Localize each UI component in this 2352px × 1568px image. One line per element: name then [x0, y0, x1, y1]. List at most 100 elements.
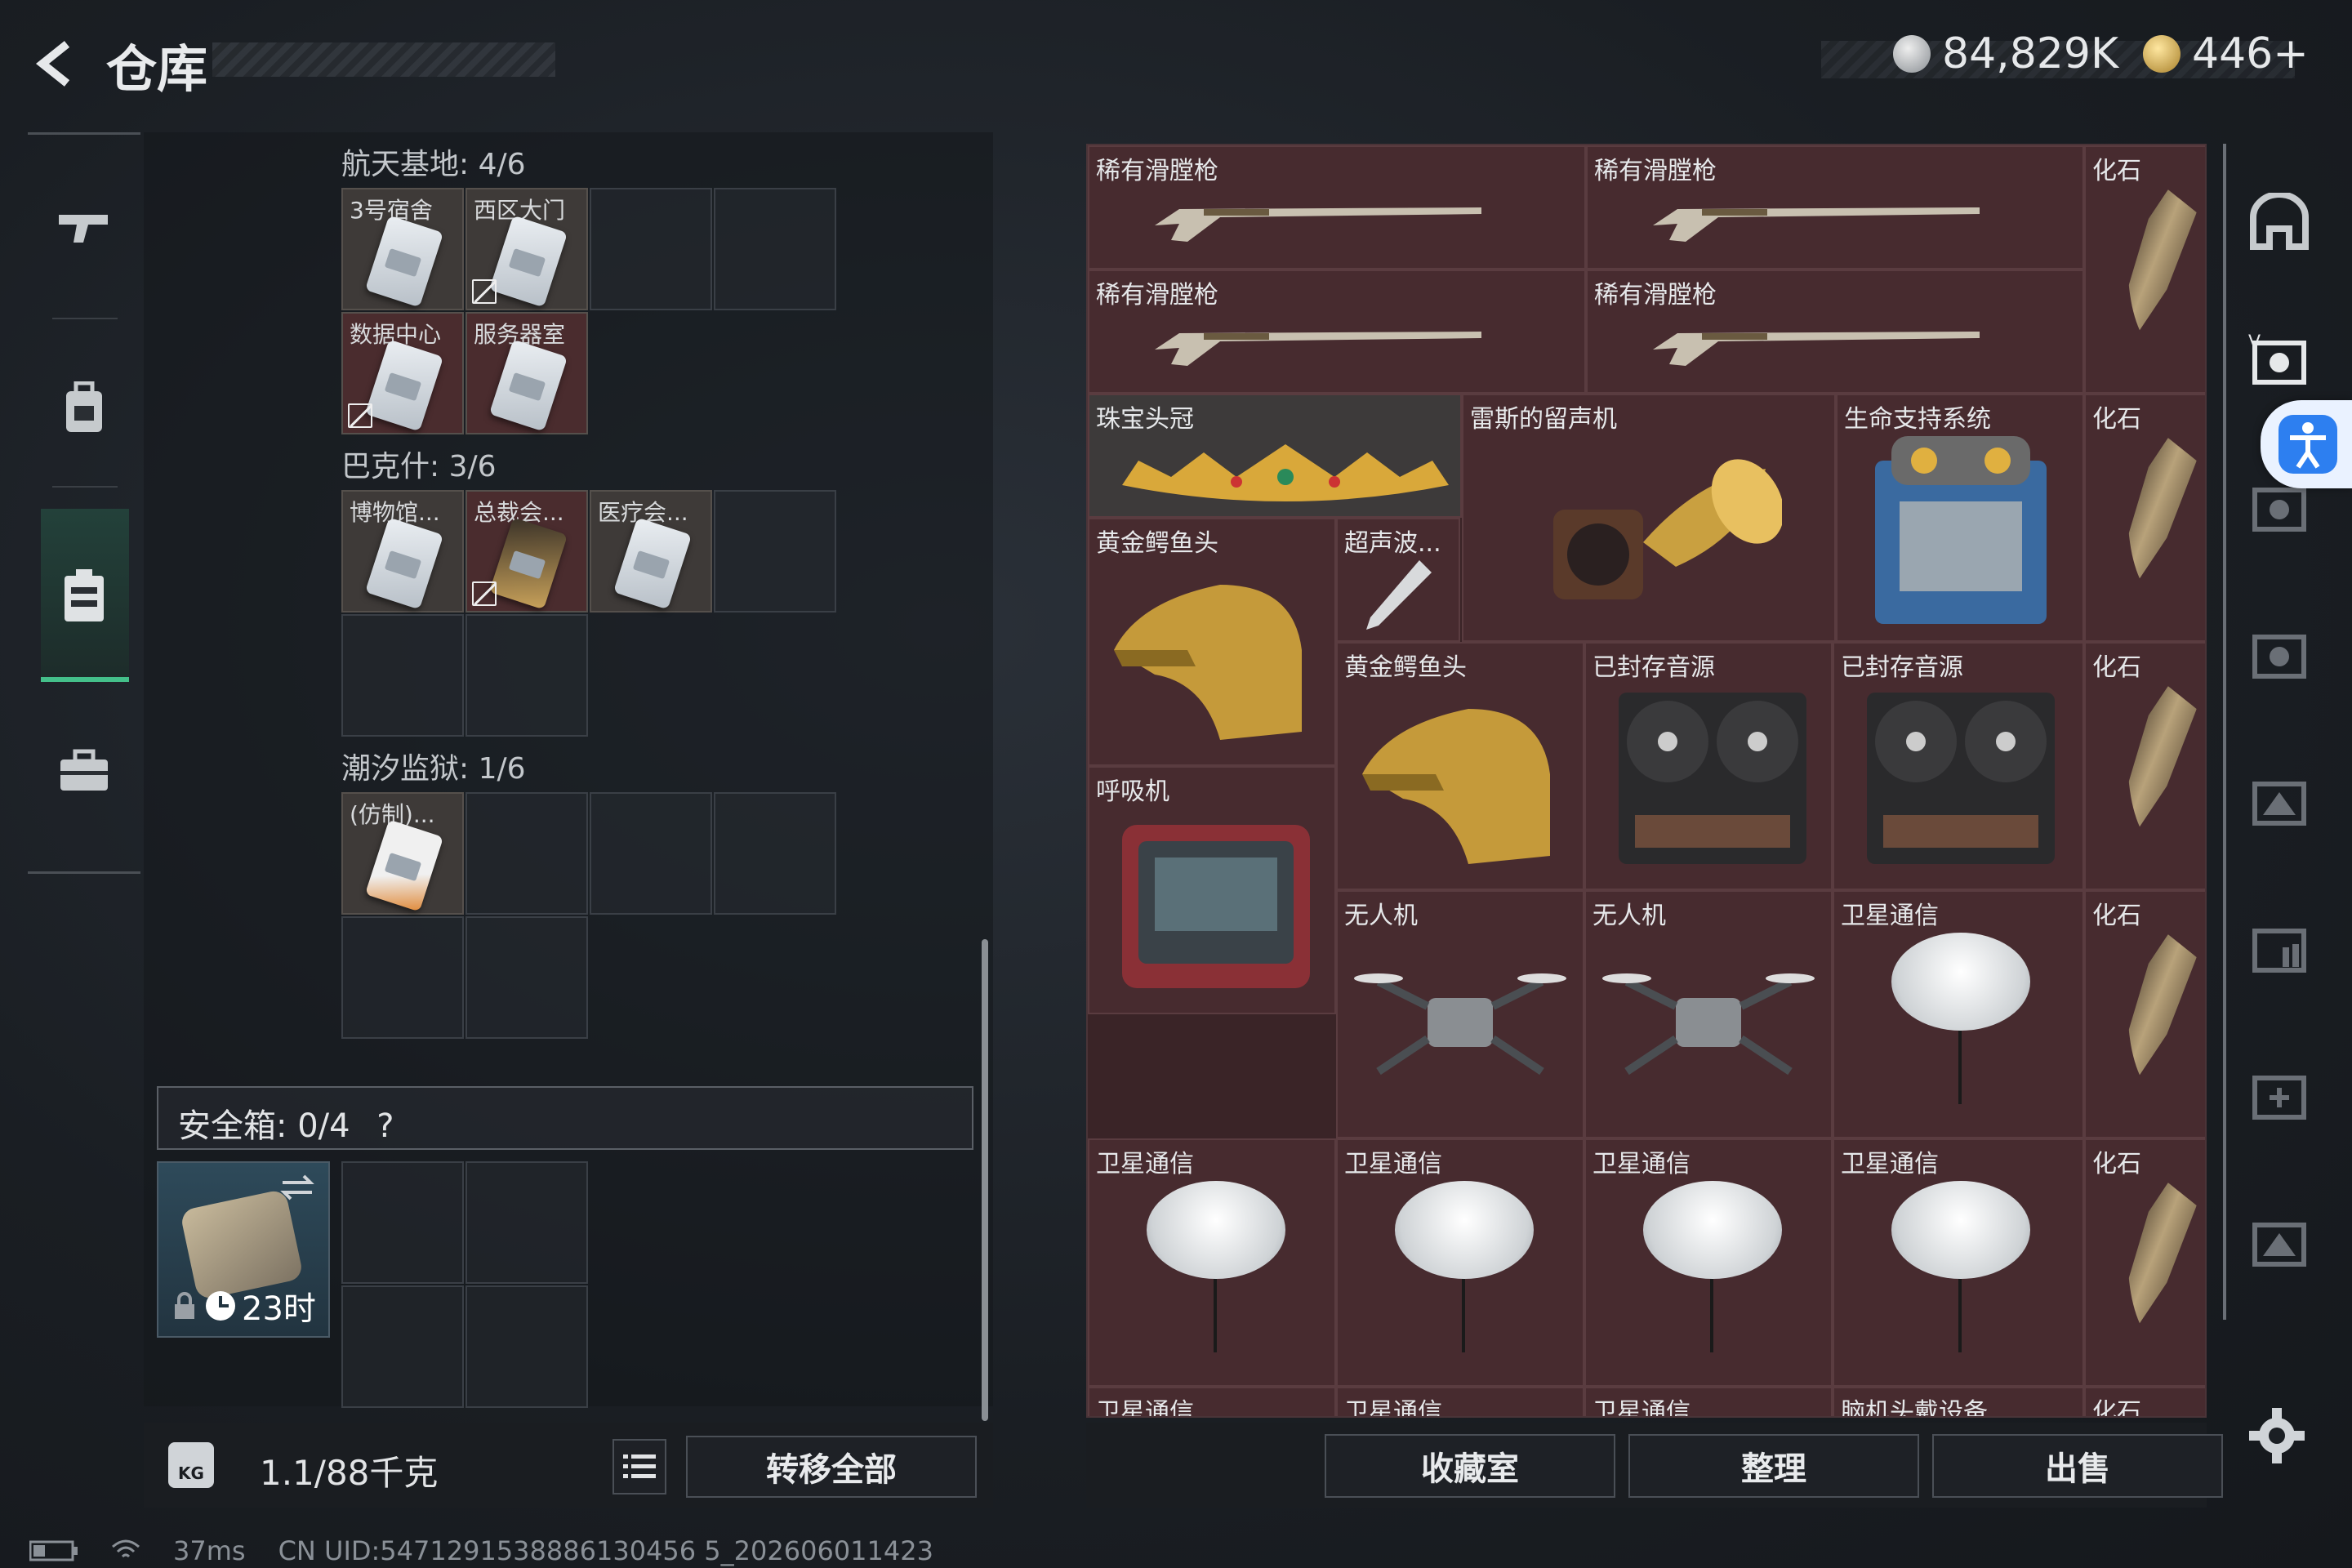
item-label: 卫星通信: [1841, 1150, 1939, 1178]
fossil-icon: [2102, 431, 2200, 604]
item-fossil[interactable]: 化石: [2084, 394, 2205, 642]
gun-icon[interactable]: [41, 184, 127, 270]
item-satellite[interactable]: 卫星通信: [1088, 1387, 1336, 1416]
swap-icon[interactable]: [278, 1171, 317, 1204]
item-musket[interactable]: 稀有滑膛枪: [1088, 145, 1586, 270]
accessibility-icon: [2290, 422, 2326, 469]
keycard-slot[interactable]: 医疗会...: [590, 490, 712, 612]
item-satellite[interactable]: 卫星通信: [1088, 1138, 1336, 1387]
stash-page-6-icon[interactable]: [2243, 1205, 2316, 1279]
item-fossil[interactable]: 化石: [2084, 642, 2205, 890]
item-satellite[interactable]: 卫星通信: [1584, 1138, 1833, 1387]
no-drop-icon: [472, 581, 497, 606]
backpack-icon[interactable]: [41, 365, 127, 452]
item-ventilator[interactable]: 呼吸机: [1088, 766, 1336, 1014]
safe-box-item[interactable]: 23时: [157, 1161, 330, 1338]
item-fossil[interactable]: 化石: [2084, 1387, 2205, 1418]
item-musket[interactable]: 稀有滑膛枪: [1586, 145, 2084, 270]
currency-premium[interactable]: 446+: [2143, 29, 2309, 78]
no-drop-icon: [472, 279, 497, 304]
item-label: 卫星通信: [1592, 1398, 1690, 1418]
item-satellite[interactable]: 卫星通信: [1833, 1138, 2084, 1387]
stash-page-1-icon[interactable]: V: [2243, 323, 2316, 397]
tripod: [1958, 1279, 1962, 1352]
collection-button[interactable]: 收藏室: [1325, 1434, 1615, 1498]
stash-page-4-icon[interactable]: [2243, 764, 2316, 838]
item-golden-croc[interactable]: 黄金鳄鱼头: [1088, 518, 1336, 766]
tape-recorder-icon: [1867, 693, 2055, 864]
empty-slot: [466, 916, 588, 1039]
empty-slot: [466, 792, 588, 915]
stash-page-3-icon[interactable]: [2243, 617, 2316, 691]
back-arrow-icon[interactable]: [24, 31, 90, 96]
empty-slot: [341, 916, 464, 1039]
gear-icon[interactable]: [2247, 1406, 2306, 1465]
keycard-icon: [612, 517, 693, 610]
item-golden-croc[interactable]: 黄金鳄鱼头: [1336, 642, 1584, 890]
item-gramophone[interactable]: 雷斯的留声机: [1462, 394, 1836, 642]
item-label: 卫星通信: [1592, 1150, 1690, 1178]
item-fossil[interactable]: 化石: [2084, 145, 2205, 394]
stash-add-page-icon[interactable]: [2243, 1058, 2316, 1132]
item-satellite[interactable]: 卫星通信: [1336, 1387, 1584, 1418]
keycard-slot[interactable]: 3号宿舍: [341, 188, 464, 310]
keycard-slot[interactable]: 博物馆...: [341, 490, 464, 612]
no-drop-icon: [348, 403, 372, 428]
transfer-all-button[interactable]: 转移全部: [686, 1436, 977, 1498]
item-life-support[interactable]: 生命支持系统: [1836, 394, 2084, 642]
item-sealed-audio[interactable]: 已封存音源: [1833, 642, 2084, 890]
item-drone[interactable]: 无人机: [1584, 890, 1833, 1138]
item-label: 化石: [2092, 1398, 2141, 1418]
keycard-slot[interactable]: 总裁会...: [466, 490, 588, 612]
empty-slot: [341, 1285, 464, 1408]
item-brain-helmet[interactable]: 脑机头戴设备: [1833, 1387, 2084, 1416]
item-fossil[interactable]: 化石: [2084, 890, 2205, 1138]
item-musket[interactable]: 稀有滑膛枪: [1088, 270, 1586, 394]
empty-slot: [590, 792, 712, 915]
empty-slot: [466, 1161, 588, 1284]
musket-icon: [1155, 207, 1481, 242]
right-nav: V: [2223, 144, 2329, 1320]
help-icon[interactable]: ?: [376, 1107, 394, 1145]
item-label: 卫星通信: [1344, 1398, 1442, 1418]
keycard-case-icon[interactable]: [41, 553, 127, 639]
timer: 23时: [170, 1282, 316, 1330]
keycard-slot[interactable]: 西区大门: [466, 188, 588, 310]
stash-page-5-icon[interactable]: [2243, 911, 2316, 985]
item-crown[interactable]: 珠宝头冠: [1088, 394, 1462, 518]
sell-button[interactable]: 出售: [1932, 1434, 2223, 1498]
keycard-slot[interactable]: (仿制)...: [341, 792, 464, 915]
tape-recorder-icon: [1619, 693, 1806, 864]
item-musket[interactable]: 稀有滑膛枪: [1586, 270, 2084, 394]
accessibility-button[interactable]: [2261, 400, 2352, 488]
item-fossil[interactable]: 化石: [2084, 1138, 2205, 1387]
drone-icon: [1602, 973, 1815, 1076]
item-satellite[interactable]: 卫星通信: [1833, 890, 2084, 1138]
item-drone[interactable]: 无人机: [1336, 890, 1584, 1138]
satellite-dish-icon: [1643, 1181, 1782, 1279]
item-label: 稀有滑膛枪: [1096, 281, 1218, 310]
stash-home-icon[interactable]: [2243, 185, 2316, 258]
fossil-icon: [2102, 679, 2200, 853]
item-label: 雷斯的留声机: [1470, 405, 1617, 434]
currency-premium-value: 446+: [2192, 29, 2309, 78]
weight-icon: KG: [168, 1442, 214, 1488]
empty-slot: [714, 792, 836, 915]
item-ultrasonic[interactable]: 超声波...: [1336, 518, 1460, 642]
fossil-icon: [2102, 1176, 2200, 1349]
ultrasonic-icon: [1366, 560, 1432, 630]
keycard-slot[interactable]: 数据中心: [341, 312, 464, 434]
scrollbar[interactable]: [982, 939, 988, 1421]
life-support-icon: [1875, 436, 2047, 624]
wifi-icon: [112, 1539, 140, 1558]
item-satellite[interactable]: 卫星通信: [1336, 1138, 1584, 1387]
item-satellite[interactable]: 卫星通信: [1584, 1387, 1833, 1418]
sort-button[interactable]: 整理: [1628, 1434, 1919, 1498]
item-label: 呼吸机: [1096, 777, 1169, 806]
list-icon[interactable]: [612, 1439, 666, 1494]
keycard-slot[interactable]: 服务器室: [466, 312, 588, 434]
satellite-dish-icon: [1891, 1181, 2030, 1279]
briefcase-icon[interactable]: [41, 728, 127, 814]
item-sealed-audio[interactable]: 已封存音源: [1584, 642, 1833, 890]
group-title: 潮汐监狱: 1/6: [341, 752, 526, 786]
